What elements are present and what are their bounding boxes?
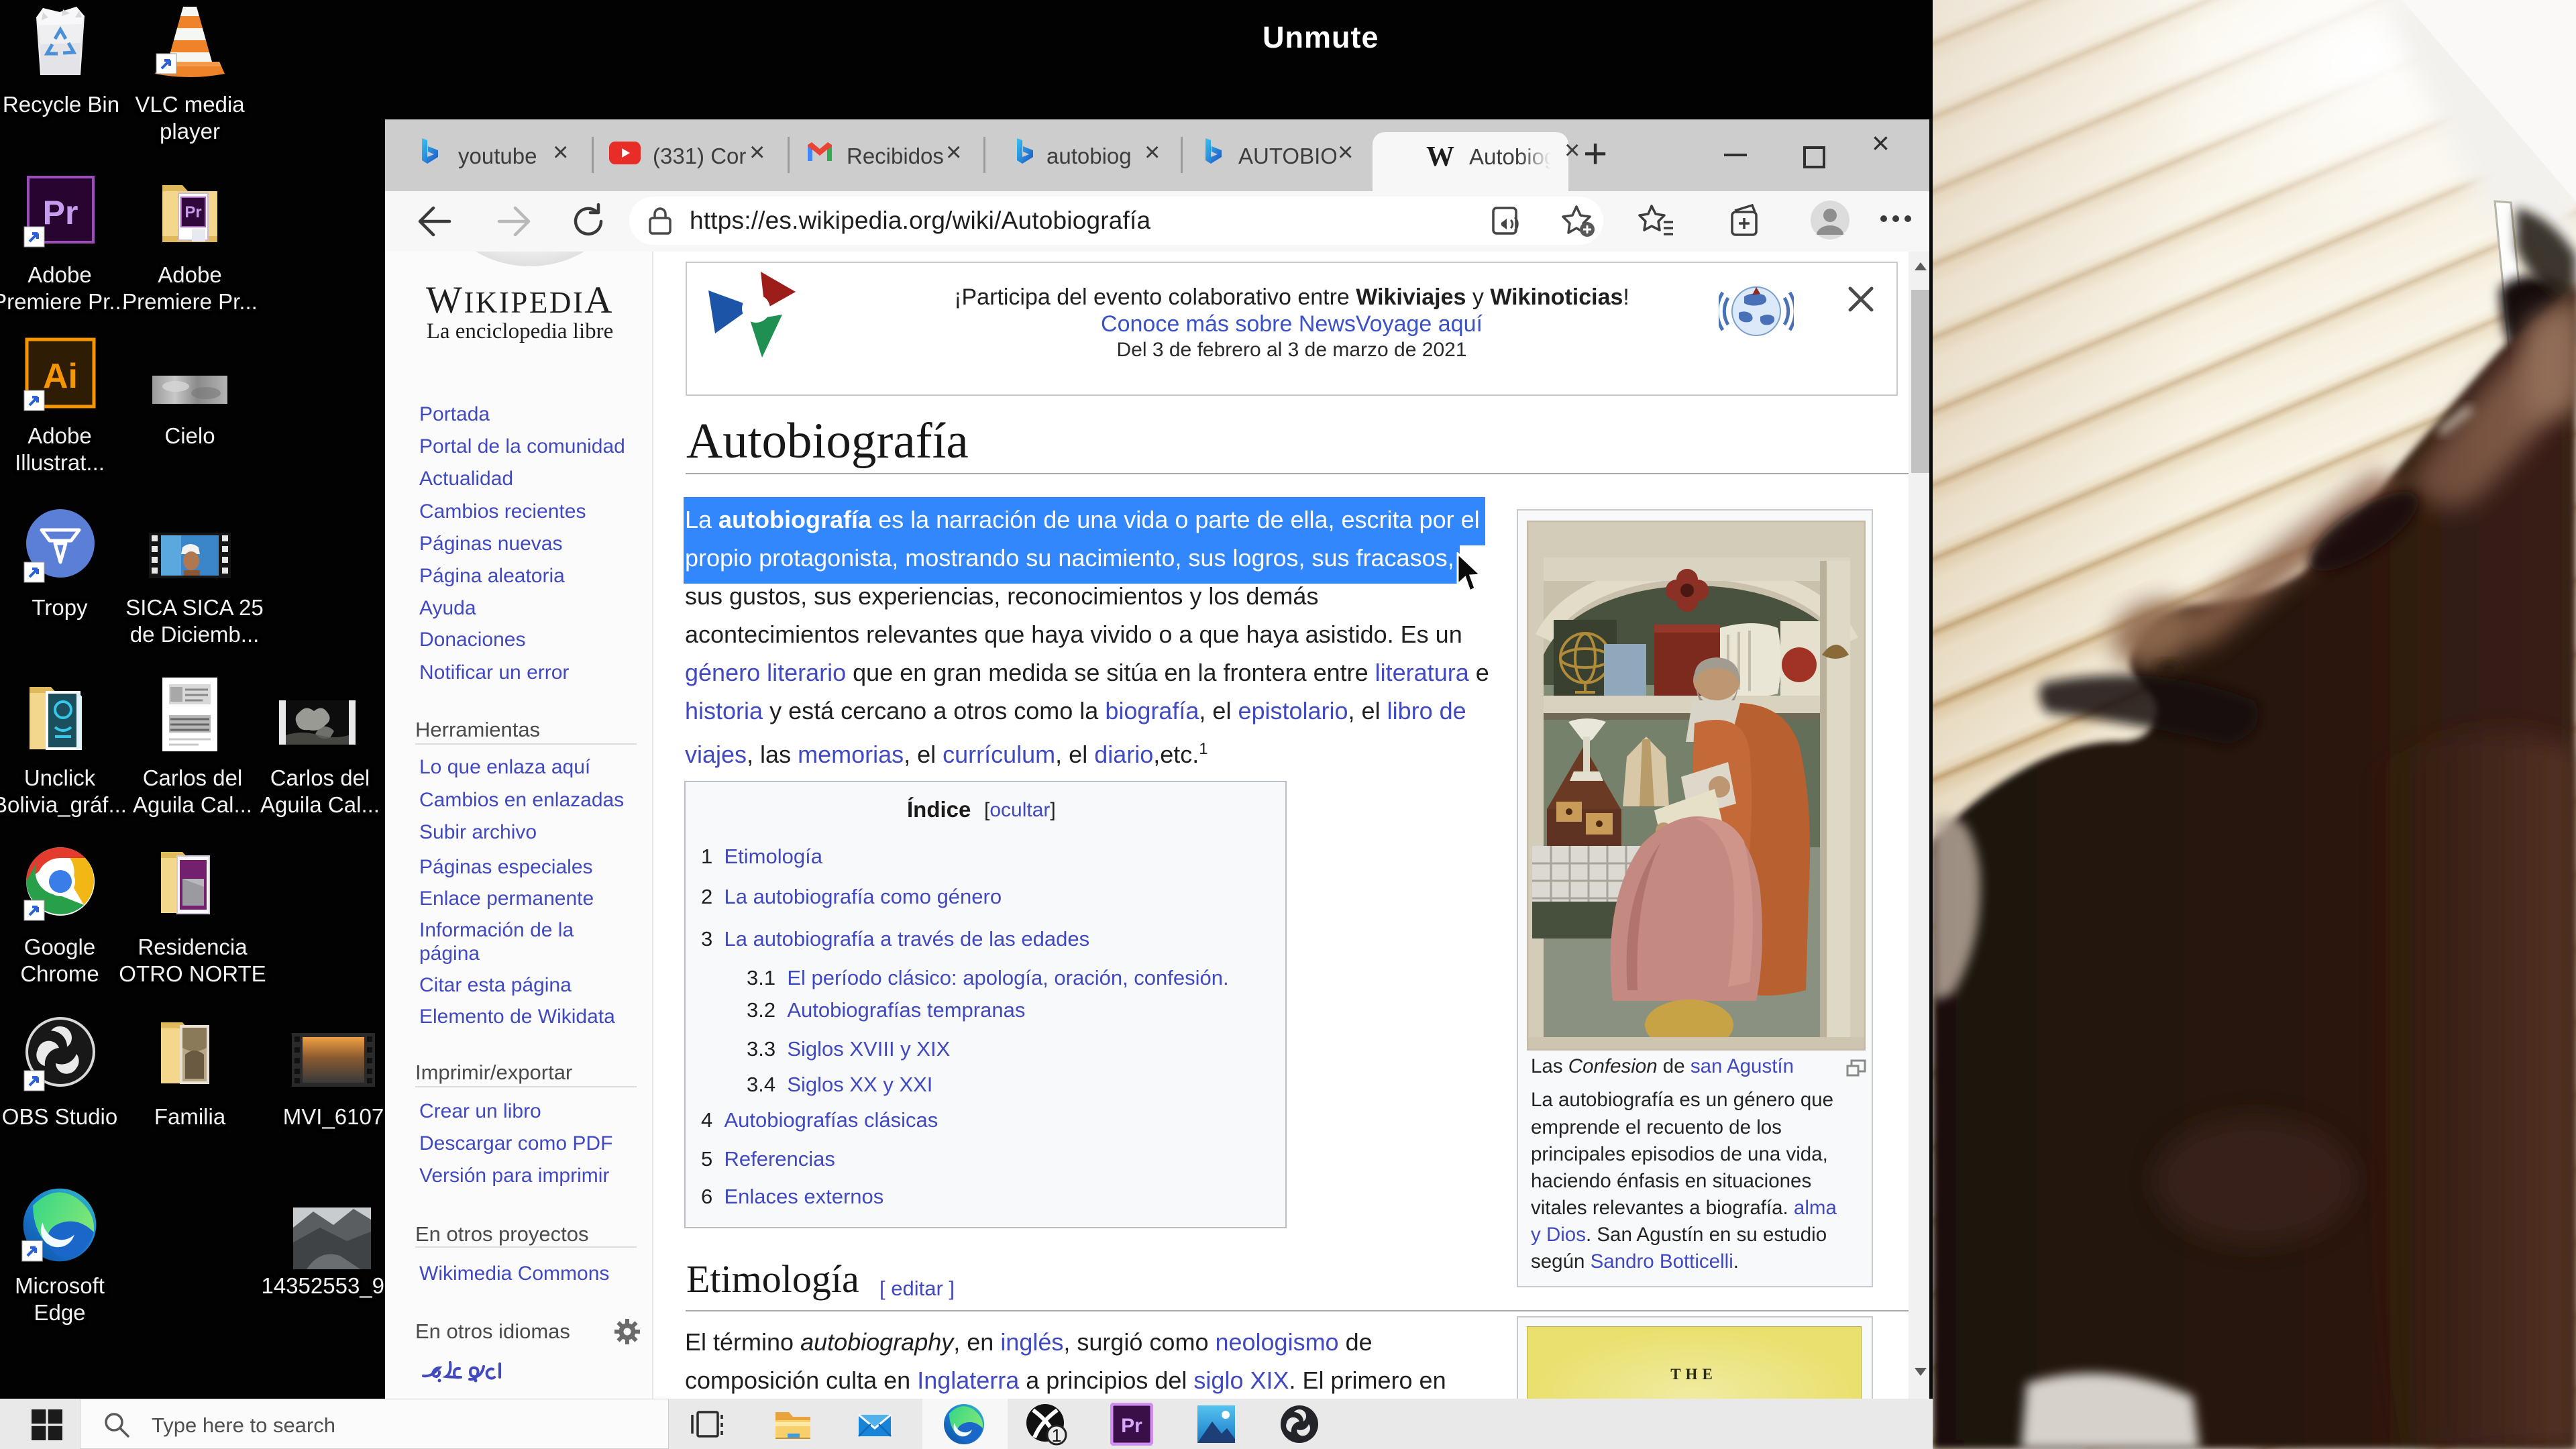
svg-text:Pr: Pr [43,194,78,231]
svg-text:1: 1 [1051,1426,1061,1446]
svg-text:Ai: Ai [43,357,78,396]
svg-text:Pr: Pr [184,203,201,221]
svg-text:Pr: Pr [1121,1415,1142,1437]
